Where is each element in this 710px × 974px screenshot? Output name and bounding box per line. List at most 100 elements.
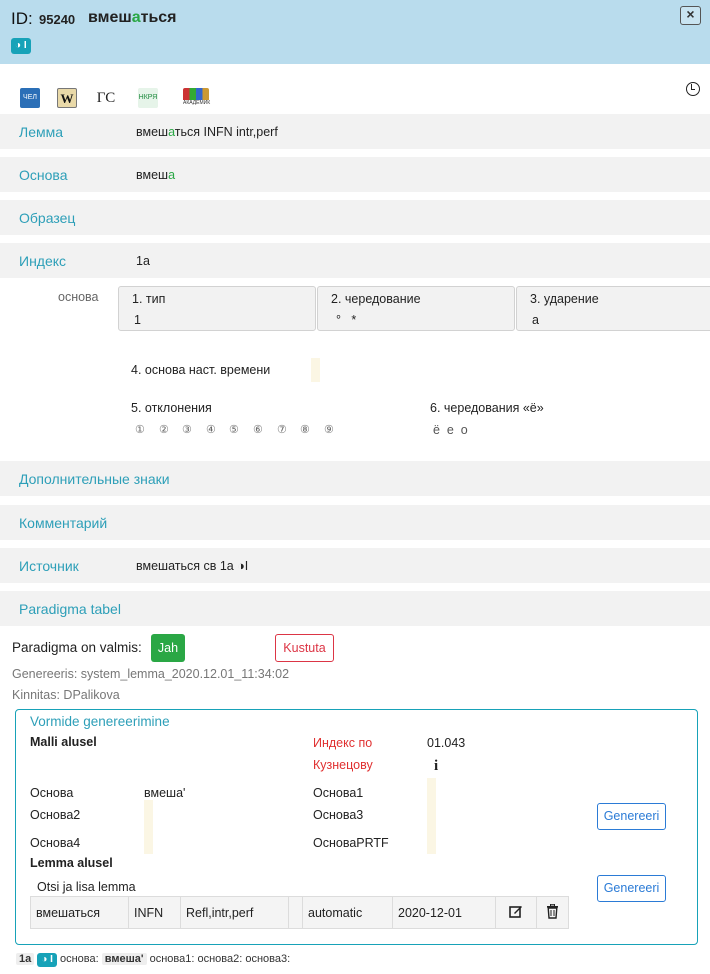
yo-label: 6. чередования «ё» xyxy=(430,401,544,415)
stem2-4-inputs[interactable] xyxy=(144,800,153,854)
paradigm-ready-label: Paradigma on valmis: xyxy=(12,640,142,655)
tags-cell: Refl,intr,perf xyxy=(180,896,289,929)
by-model-label: Malli alusel xyxy=(30,735,97,749)
deviation-option[interactable]: ⑥ xyxy=(253,423,263,436)
index-value[interactable]: 1а xyxy=(136,254,150,268)
summary-rest: основа1: основа2: основа3: xyxy=(149,953,291,965)
aspect-badge: ◑ I xyxy=(11,38,31,54)
dialog-header: ID: 95240 вмешаться ◑ I × xyxy=(0,0,710,64)
stress-box[interactable]: 3. ударение a xyxy=(516,286,710,331)
deviation-option[interactable]: ⑦ xyxy=(277,423,287,436)
deviation-option[interactable]: ⑨ xyxy=(324,423,334,436)
present-stem-input[interactable] xyxy=(311,358,320,382)
stem4-label: Основа4 xyxy=(30,836,81,850)
summary-index: 1a xyxy=(16,953,35,965)
kuznetsov-value: 01.043 xyxy=(427,736,466,750)
date-cell: 2020-12-01 xyxy=(392,896,496,929)
generation-title: Vormide genereerimine xyxy=(30,714,170,729)
summary-stem-label: основа: xyxy=(59,953,99,965)
edit-icon[interactable] xyxy=(509,904,523,918)
alternation-label: 2. чередование xyxy=(331,292,421,306)
summary-line: 1a ◑ I основа: вмеша' основа1: основа2: … xyxy=(16,953,290,967)
lemma-value[interactable]: вмешаться INFN intr,perf xyxy=(136,125,278,139)
stem1-3-prtf-inputs[interactable] xyxy=(427,778,436,854)
academic-icon[interactable]: АКАДЕМИК xyxy=(183,88,210,108)
stem1-label: Основа1 xyxy=(313,786,364,800)
stem-sub-label: основа xyxy=(58,290,99,304)
summary-stem-value: вмеша' xyxy=(101,953,147,965)
stem2-label: Основа2 xyxy=(30,808,81,822)
index-row: Индекс 1а xyxy=(0,243,710,278)
generate-by-lemma-button[interactable]: Genereeri xyxy=(597,875,666,902)
trash-icon[interactable] xyxy=(546,903,559,919)
stem-value[interactable]: вмеша xyxy=(136,168,175,182)
deviations-label: 5. отклонения xyxy=(131,401,212,415)
stemprtf-label: ОсноваPRTF xyxy=(313,836,389,850)
close-icon: × xyxy=(686,6,695,22)
wikipedia-icon[interactable]: W xyxy=(57,88,77,108)
search-lemma-input[interactable]: Otsi ja lisa lemma xyxy=(37,880,136,894)
id-number: 95240 xyxy=(39,12,76,27)
comment-label: Комментарий xyxy=(19,515,108,531)
corpus-icon[interactable]: НКРЯ xyxy=(138,88,158,108)
kuznetsov-label-2: Кузнецову xyxy=(313,758,373,772)
id-label: ID: xyxy=(11,9,33,28)
pos-cell: INFN xyxy=(128,896,181,929)
pattern-label: Образец xyxy=(19,210,76,226)
deviation-option[interactable]: ① xyxy=(135,423,145,436)
deviation-option[interactable]: ⑤ xyxy=(229,423,239,436)
deviation-option[interactable]: ④ xyxy=(206,423,216,436)
index-label: Индекс xyxy=(19,253,67,269)
lemma-row: Лемма вмешаться INFN intr,perf xyxy=(0,114,710,149)
stress-label: 3. ударение xyxy=(530,292,599,306)
lemma-cell: вмешаться xyxy=(30,896,129,929)
present-stem-label: 4. основа наст. времени xyxy=(131,363,271,377)
alternation-box[interactable]: 2. чередование ° * xyxy=(317,286,515,331)
source-links: ЧЕЛ W ГС НКРЯ АКАДЕМИК xyxy=(0,88,710,108)
stress-value: a xyxy=(532,313,539,327)
delete-cell xyxy=(536,896,569,929)
delete-button[interactable]: Kustuta xyxy=(275,634,334,662)
lemma-title: вмешаться xyxy=(88,9,177,26)
deviation-option[interactable]: ③ xyxy=(182,423,192,436)
by-lemma-label: Lemma alusel xyxy=(30,856,113,870)
paradigm-table-label: Paradigma tabel xyxy=(19,601,121,617)
source-value: вмешаться св 1а ◑I xyxy=(136,559,249,573)
source-row: Источник вмешаться св 1а ◑I xyxy=(0,548,710,583)
gramota-icon[interactable]: ГС xyxy=(96,88,116,108)
generated-by: Genereeris: system_lemma_2020.12.01_11:3… xyxy=(12,667,290,681)
yo-options[interactable]: ё е о xyxy=(433,423,468,437)
stem3-label: Основа3 xyxy=(313,808,364,822)
stem-field-value[interactable]: вмеша' xyxy=(144,786,185,800)
close-button[interactable]: × xyxy=(680,6,701,25)
deviation-option[interactable]: ⑧ xyxy=(300,423,310,436)
source-label: Источник xyxy=(19,558,79,574)
empty-cell xyxy=(288,896,303,929)
type-label: 1. тип xyxy=(132,292,166,306)
pattern-row: Образец xyxy=(0,200,710,235)
paradigm-ready-yes-button[interactable]: Jah xyxy=(151,634,185,662)
stem-row: Основа вмеша xyxy=(0,157,710,192)
extra-marks-row: Дополнительные знаки xyxy=(0,461,710,496)
generate-button[interactable]: Genereeri xyxy=(597,803,666,830)
confirmed-by: Kinnitas: DPalikova xyxy=(12,688,120,702)
type-value: 1 xyxy=(134,313,141,327)
stem-field-label: Основа xyxy=(30,786,74,800)
alternation-value: ° * xyxy=(336,313,357,327)
extra-marks-label: Дополнительные знаки xyxy=(19,471,170,487)
summary-aspect-badge: ◑ I xyxy=(37,953,57,967)
deviation-option[interactable]: ② xyxy=(159,423,169,436)
kuznetsov-label-1: Индекс по xyxy=(313,736,373,750)
lemma-label: Лемма xyxy=(19,124,64,140)
history-icon[interactable] xyxy=(686,82,700,96)
comment-row: Комментарий xyxy=(0,505,710,540)
table-row: вмешаться INFN Refl,intr,perf automatic … xyxy=(30,896,569,929)
paradigm-table-row[interactable]: Paradigma tabel xyxy=(0,591,710,626)
info-icon[interactable]: i xyxy=(434,758,438,775)
lemma-table: вмешаться INFN Refl,intr,perf automatic … xyxy=(30,896,569,929)
source-cell: automatic xyxy=(302,896,393,929)
dictionary-icon-1[interactable]: ЧЕЛ xyxy=(20,88,40,108)
edit-cell xyxy=(495,896,537,929)
stem-label: Основа xyxy=(19,167,68,183)
type-box[interactable]: 1. тип 1 xyxy=(118,286,316,331)
